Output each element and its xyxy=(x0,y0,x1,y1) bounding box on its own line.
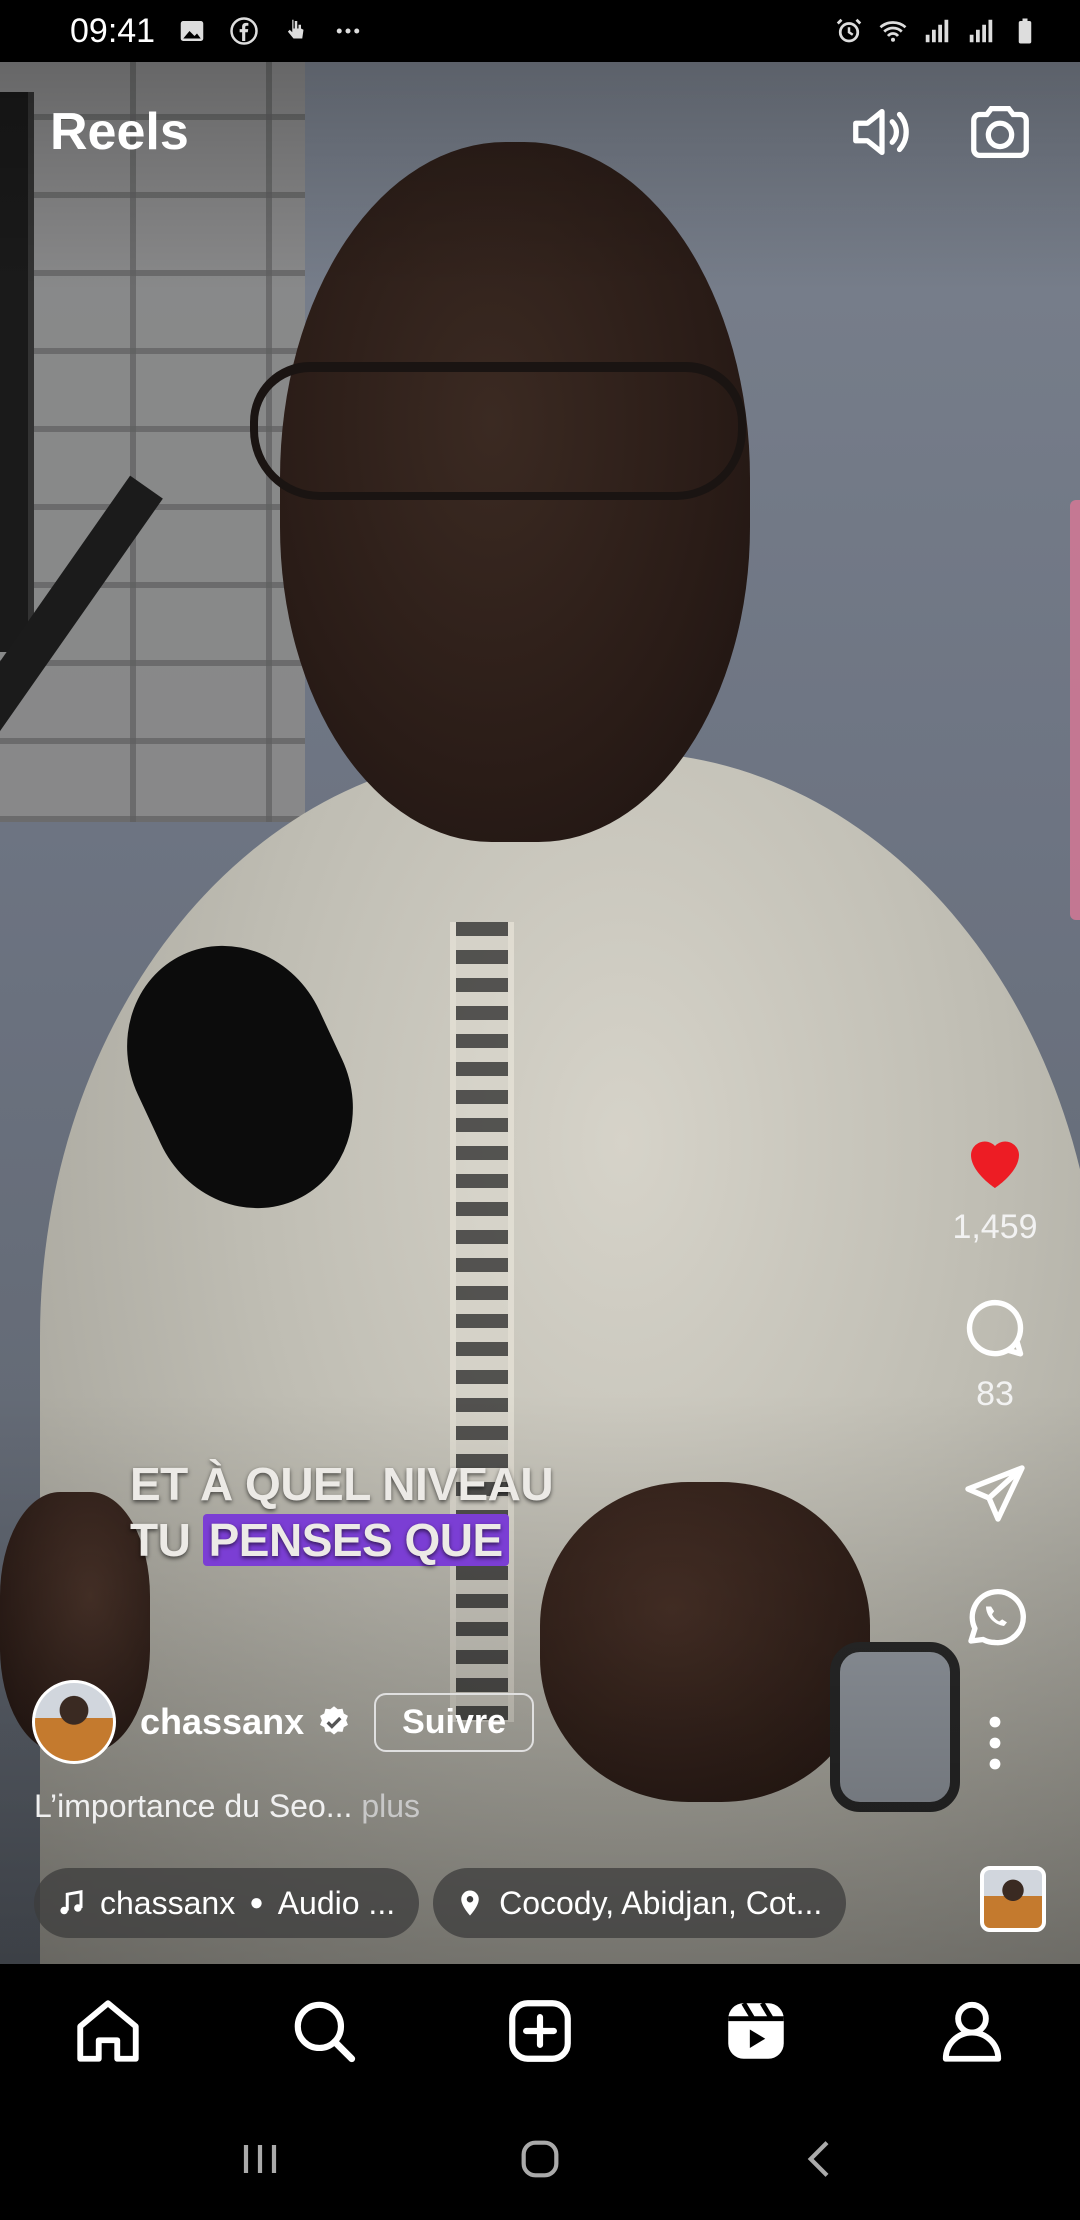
chips-row: chassanx ● Audio ... Cocody, Abidjan, Co… xyxy=(34,1868,847,1938)
location-chip[interactable]: Cocody, Abidjan, Cot... xyxy=(433,1868,847,1938)
page-title: Reels xyxy=(50,103,189,161)
scroll-indicator xyxy=(1070,500,1080,920)
reels-icon[interactable] xyxy=(711,1986,801,2076)
post-description[interactable]: L’importance du Seo... plus xyxy=(34,1788,420,1825)
audio-author: chassanx xyxy=(100,1884,236,1921)
facebook-icon xyxy=(229,16,259,46)
verified-badge-icon xyxy=(320,1706,349,1735)
video-caption: ET À QUEL NIVEAU TU PENSES QUE xyxy=(130,1456,554,1568)
whatsapp-icon[interactable] xyxy=(954,1576,1036,1658)
comment-icon[interactable] xyxy=(954,1287,1036,1369)
more-options-icon[interactable] xyxy=(954,1702,1036,1784)
like-heart-icon[interactable] xyxy=(954,1120,1036,1202)
location-label: Cocody, Abidjan, Cot... xyxy=(499,1884,823,1921)
avatar[interactable] xyxy=(32,1680,116,1764)
volume-icon[interactable] xyxy=(846,96,918,168)
music-note-icon xyxy=(60,1889,83,1915)
wifi-icon xyxy=(878,16,908,46)
author-name[interactable]: chassanx xyxy=(140,1701,304,1743)
caption-highlight: PENSES QUE xyxy=(202,1514,509,1566)
camera-icon[interactable] xyxy=(964,96,1036,168)
video-gradient-overlay xyxy=(0,62,1080,1964)
audio-label: Audio ... xyxy=(277,1884,396,1921)
home-button-icon[interactable] xyxy=(512,2131,568,2187)
more-dots-icon xyxy=(333,16,363,46)
action-rail: 1,459 83 xyxy=(940,1120,1050,1784)
profile-icon[interactable] xyxy=(927,1986,1017,2076)
signal-icon xyxy=(922,16,952,46)
caption-line-1: ET À QUEL NIVEAU xyxy=(130,1458,554,1510)
comment-count: 83 xyxy=(976,1375,1014,1413)
share-send-icon[interactable] xyxy=(954,1454,1036,1536)
home-icon[interactable] xyxy=(63,1986,153,2076)
battery-icon xyxy=(1010,16,1040,46)
alarm-icon xyxy=(834,16,864,46)
author-row: chassanx Suivre xyxy=(32,1680,535,1764)
search-icon[interactable] xyxy=(279,1986,369,2076)
more-link[interactable]: plus xyxy=(352,1788,420,1824)
status-bar: 09:41 xyxy=(0,0,1080,62)
separator-dot: ● xyxy=(249,1889,264,1916)
signal-icon xyxy=(966,16,996,46)
hand-icon xyxy=(281,16,311,46)
audio-chip[interactable]: chassanx ● Audio ... xyxy=(34,1868,420,1938)
system-nav xyxy=(0,2098,1080,2220)
audio-thumbnail[interactable] xyxy=(980,1866,1046,1932)
recents-icon[interactable] xyxy=(232,2131,288,2187)
description-text: L’importance du Seo... xyxy=(34,1788,353,1824)
location-pin-icon xyxy=(461,1890,479,1916)
caption-line-2: TU PENSES QUE xyxy=(130,1512,553,1568)
like-count: 1,459 xyxy=(952,1208,1038,1246)
image-icon xyxy=(177,16,207,46)
status-time: 09:41 xyxy=(70,11,156,50)
reel-video[interactable] xyxy=(0,62,1080,1964)
caption-line-2-plain: TU xyxy=(130,1514,203,1566)
back-icon[interactable] xyxy=(792,2131,848,2187)
follow-button[interactable]: Suivre xyxy=(374,1692,535,1752)
create-icon[interactable] xyxy=(495,1986,585,2076)
reels-header: Reels xyxy=(0,62,1080,202)
bottom-nav xyxy=(0,1964,1080,2098)
